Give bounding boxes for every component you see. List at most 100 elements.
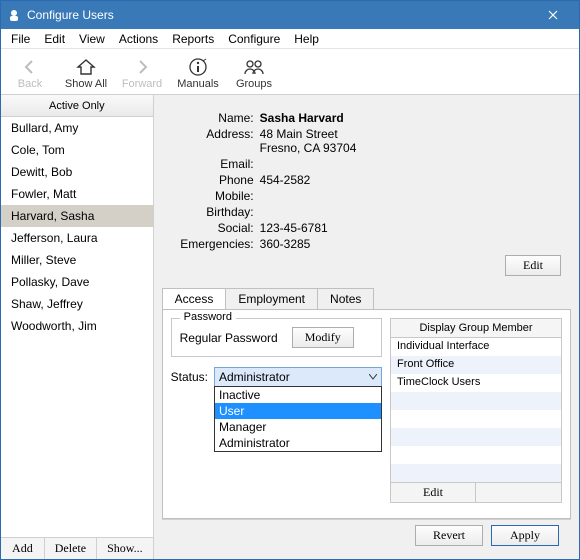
value-address: 48 Main StreetFresno, CA 93704	[260, 127, 563, 155]
group-list-item[interactable]: Individual Interface	[391, 338, 561, 356]
details-section: Name:Sasha Harvard Address:48 Main Stree…	[162, 103, 571, 286]
status-option[interactable]: Manager	[215, 419, 381, 435]
home-icon	[76, 56, 96, 78]
user-list-item[interactable]: Bullard, Amy	[1, 117, 153, 139]
menu-edit[interactable]: Edit	[38, 30, 71, 48]
group-list-item[interactable]	[391, 410, 561, 428]
label-address: Address:	[170, 127, 260, 155]
value-email	[260, 157, 563, 171]
arrow-right-icon	[133, 56, 151, 78]
delete-button[interactable]: Delete	[45, 538, 97, 559]
label-phone: Phone	[170, 173, 260, 187]
user-list-item[interactable]: Dewitt, Bob	[1, 161, 153, 183]
edit-groups-button[interactable]: Edit	[391, 483, 476, 502]
group-list-item[interactable]	[391, 392, 561, 410]
status-option[interactable]: Administrator	[215, 435, 381, 451]
toolbar-back-label: Back	[18, 78, 42, 90]
group-list-item[interactable]: Front Office	[391, 356, 561, 374]
user-list-item[interactable]: Shaw, Jeffrey	[1, 293, 153, 315]
close-button[interactable]	[533, 1, 573, 29]
label-name: Name:	[170, 111, 260, 125]
value-name: Sasha Harvard	[260, 111, 344, 125]
arrow-left-icon	[21, 56, 39, 78]
label-birthday: Birthday:	[170, 205, 260, 219]
menubar: File Edit View Actions Reports Configure…	[1, 29, 579, 49]
revert-button[interactable]: Revert	[415, 525, 483, 546]
sidebar-footer: Add Delete Show...	[1, 537, 153, 559]
password-legend: Password	[180, 311, 236, 323]
toolbar-forward-label: Forward	[122, 78, 162, 90]
value-social: 123-45-6781	[260, 221, 563, 235]
value-phone: 454-2582	[260, 173, 563, 187]
edit-details-button[interactable]: Edit	[505, 255, 561, 276]
user-list-item[interactable]: Jefferson, Laura	[1, 227, 153, 249]
group-member-box: Display Group Member Individual Interfac…	[390, 318, 562, 503]
sidebar-header[interactable]: Active Only	[1, 95, 153, 117]
apply-button[interactable]: Apply	[491, 525, 559, 546]
menu-actions[interactable]: Actions	[113, 30, 164, 48]
user-list-item[interactable]: Miller, Steve	[1, 249, 153, 271]
value-emerg: 360-3285	[260, 237, 563, 251]
menu-view[interactable]: View	[73, 30, 111, 48]
add-button[interactable]: Add	[1, 538, 45, 559]
group-footer-spacer	[476, 483, 561, 502]
window: Configure Users File Edit View Actions R…	[0, 0, 580, 560]
menu-file[interactable]: File	[5, 30, 36, 48]
user-list-item[interactable]: Woodworth, Jim	[1, 315, 153, 337]
status-dropdown-list[interactable]: InactiveUserManagerAdministrator	[214, 386, 382, 452]
status-selected: Administrator	[219, 370, 290, 384]
tab-notes[interactable]: Notes	[317, 288, 374, 309]
status-option[interactable]: User	[215, 403, 381, 419]
user-list-item[interactable]: Fowler, Matt	[1, 183, 153, 205]
app-icon	[7, 8, 21, 22]
window-title: Configure Users	[27, 8, 533, 22]
user-list[interactable]: Bullard, AmyCole, TomDewitt, BobFowler, …	[1, 117, 153, 537]
tab-strip: Access Employment Notes	[162, 288, 571, 309]
people-icon	[243, 56, 265, 78]
label-mobile: Mobile:	[170, 189, 260, 203]
tab-access-body: Password Regular Password Modify Status:…	[162, 309, 571, 519]
modify-password-button[interactable]: Modify	[292, 327, 354, 348]
info-icon	[188, 56, 208, 78]
chevron-down-icon	[369, 374, 377, 380]
label-emerg: Emergencies:	[170, 237, 260, 251]
status-label: Status:	[171, 367, 208, 384]
user-list-item[interactable]: Harvard, Sasha	[1, 205, 153, 227]
menu-help[interactable]: Help	[288, 30, 325, 48]
toolbar: Back Show All Forward Manuals Groups	[1, 49, 579, 95]
toolbar-show-all-label: Show All	[65, 78, 107, 90]
sidebar: Active Only Bullard, AmyCole, TomDewitt,…	[1, 95, 154, 559]
titlebar: Configure Users	[1, 1, 579, 29]
status-row: Status: Administrator InactiveUserManage…	[171, 367, 382, 387]
menu-configure[interactable]: Configure	[222, 30, 286, 48]
value-mobile	[260, 189, 563, 203]
menu-reports[interactable]: Reports	[166, 30, 220, 48]
label-social: Social:	[170, 221, 260, 235]
group-header: Display Group Member	[391, 319, 561, 338]
tab-employment[interactable]: Employment	[225, 288, 318, 309]
footer: Revert Apply	[162, 519, 571, 551]
access-left-column: Password Regular Password Modify Status:…	[171, 318, 382, 510]
group-list-item[interactable]	[391, 446, 561, 464]
status-dropdown[interactable]: Administrator InactiveUserManagerAdminis…	[214, 367, 382, 387]
body: Active Only Bullard, AmyCole, TomDewitt,…	[1, 95, 579, 559]
group-list-item[interactable]	[391, 428, 561, 446]
user-list-item[interactable]: Pollasky, Dave	[1, 271, 153, 293]
toolbar-manuals-label: Manuals	[177, 78, 219, 90]
show-button[interactable]: Show...	[97, 538, 153, 559]
toolbar-groups[interactable]: Groups	[231, 56, 277, 90]
toolbar-manuals[interactable]: Manuals	[175, 56, 221, 90]
user-list-item[interactable]: Cole, Tom	[1, 139, 153, 161]
toolbar-back: Back	[7, 56, 53, 90]
label-email: Email:	[170, 157, 260, 171]
group-list-item[interactable]	[391, 464, 561, 482]
tab-access[interactable]: Access	[162, 288, 227, 309]
toolbar-show-all[interactable]: Show All	[63, 56, 109, 90]
group-list-item[interactable]: TimeClock Users	[391, 374, 561, 392]
password-fieldset: Password Regular Password Modify	[171, 318, 382, 357]
toolbar-groups-label: Groups	[236, 78, 272, 90]
access-right-column: Display Group Member Individual Interfac…	[390, 318, 562, 510]
group-list[interactable]: Individual InterfaceFront OfficeTimeCloc…	[391, 338, 561, 482]
main-panel: Name:Sasha Harvard Address:48 Main Stree…	[154, 95, 579, 559]
status-option[interactable]: Inactive	[215, 387, 381, 403]
